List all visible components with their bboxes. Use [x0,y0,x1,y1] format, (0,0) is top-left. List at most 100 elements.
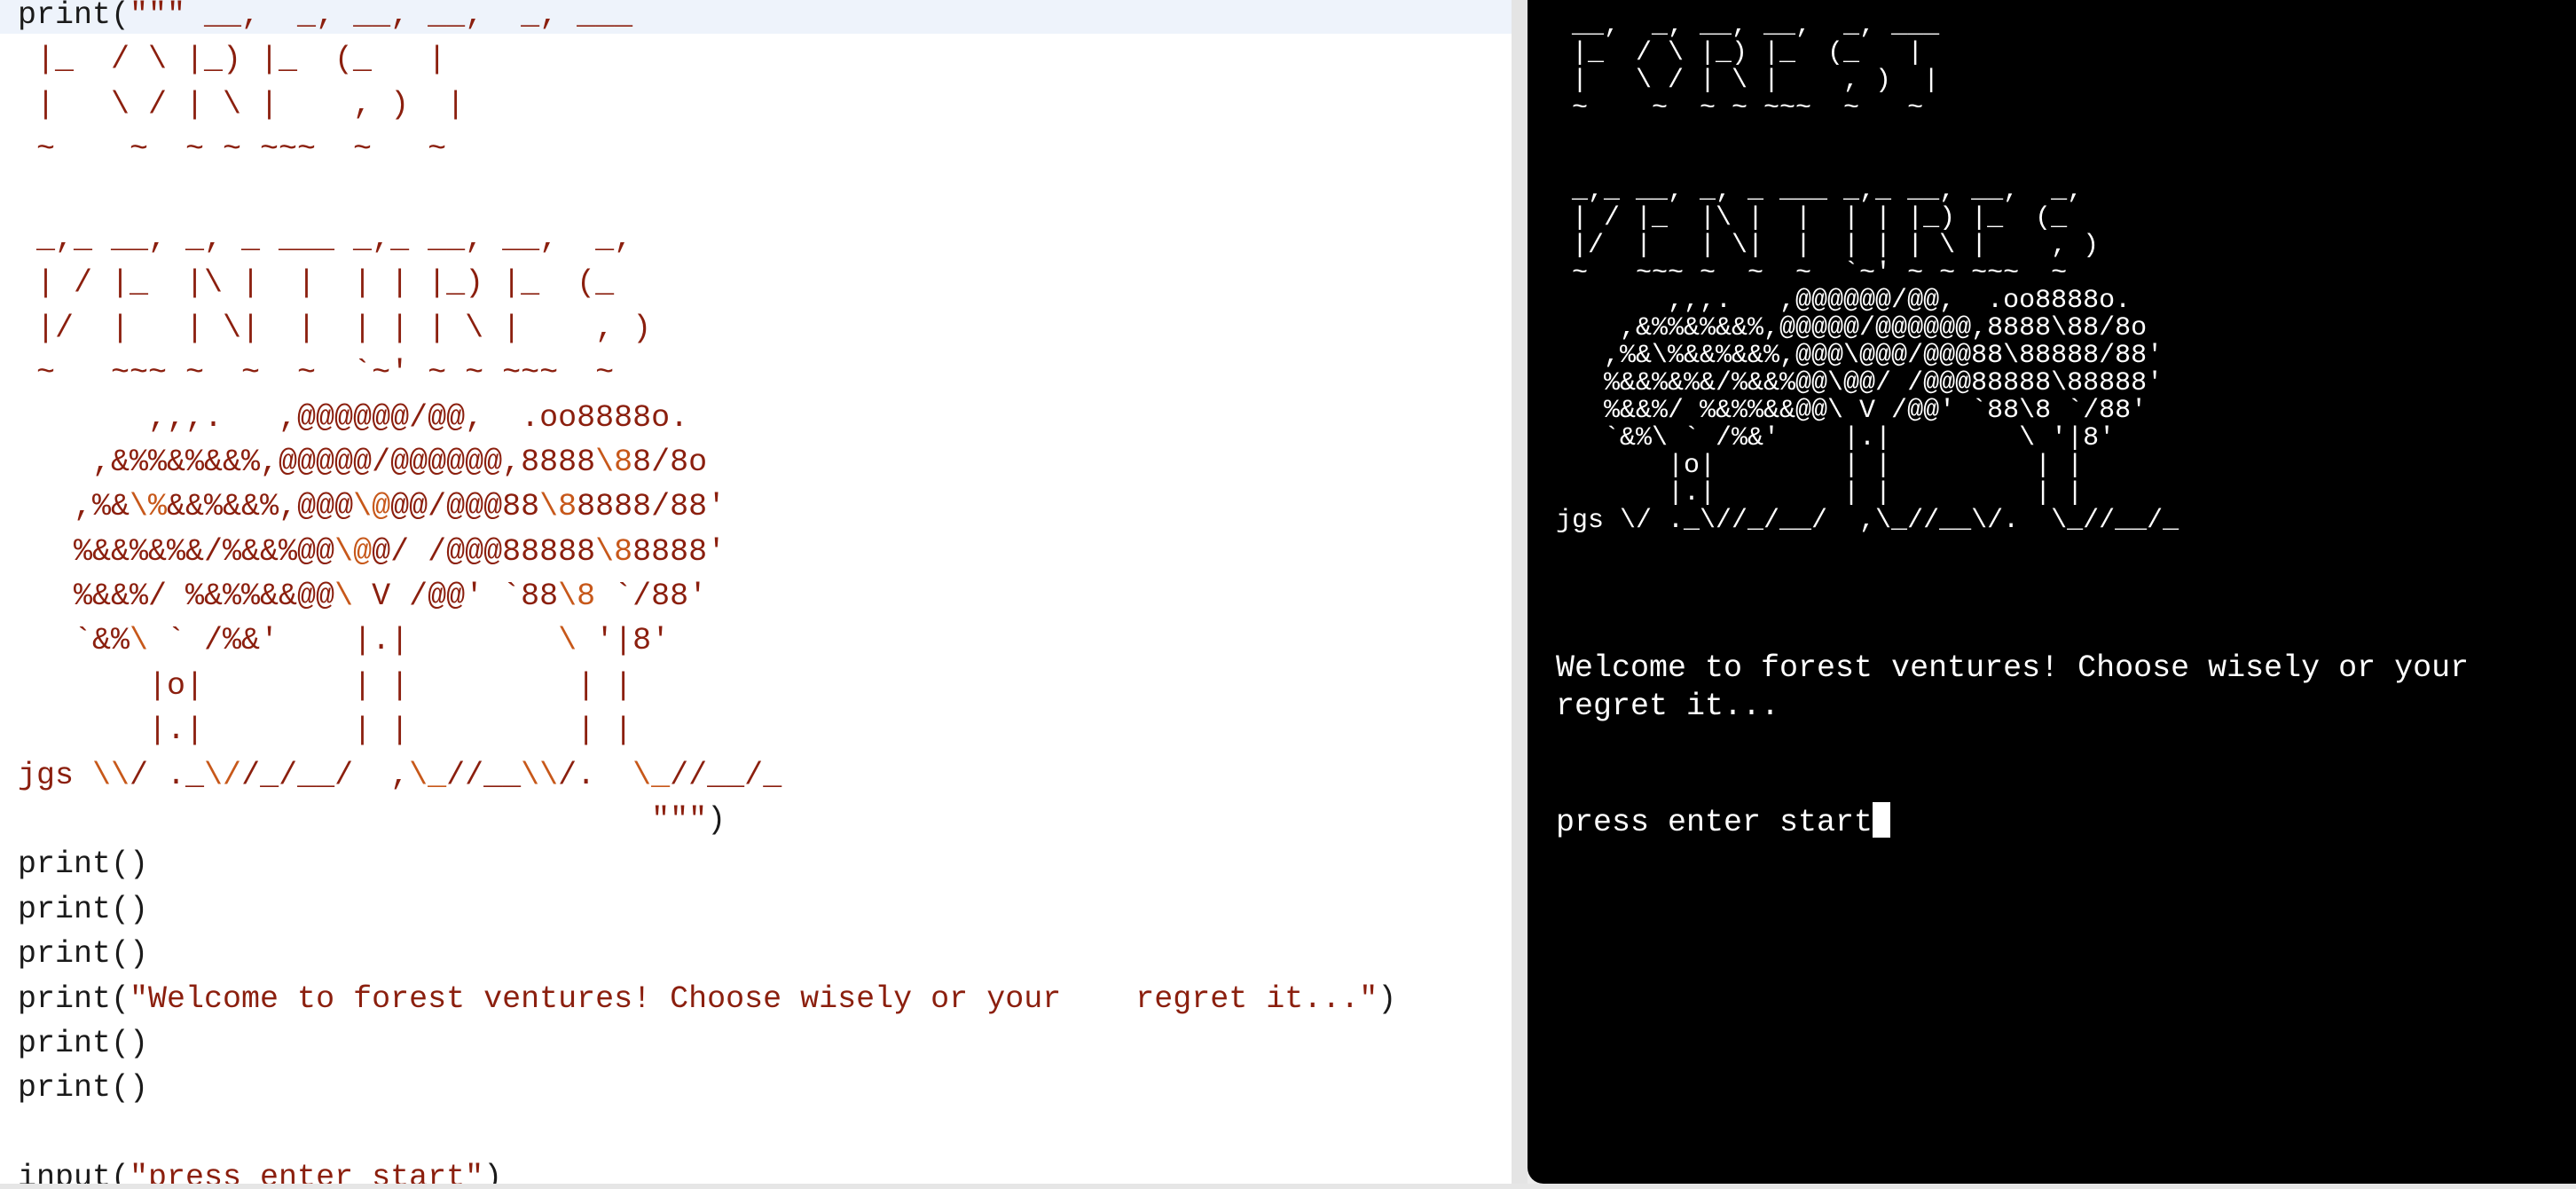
code-line[interactable]: print() [18,1021,1396,1066]
code-line[interactable]: |_ / \ |_) |_ (_ | [18,37,1396,82]
string-literal-token: //__/_ [670,757,782,793]
string-literal-token: ,,,. ,@@@@@@/@@, .oo8888o. [18,399,689,436]
escape-sequence-token: \% [130,489,168,525]
code-line[interactable]: print(""" __, _, __, __, _, ___ [18,0,1396,37]
string-literal-token: | / |_ |\ | | | | |_) |_ (_ [18,265,615,302]
code-token: print() [18,1070,149,1106]
input-prompt[interactable]: press enter start [1556,802,2532,842]
blank-output-line [1556,573,2532,611]
escape-sequence-token: \ [334,579,373,615]
code-line[interactable]: |/ | | \| | | | | \ | , ) [18,306,1396,350]
code-editor[interactable]: print(""" __, _, __, __, _, ___ |_ / \ |… [0,0,1512,1189]
ascii-art-line: |/ | | \| | | | | \ | , ) [1556,231,2100,261]
string-literal-token: @/ /@@@88888 [372,533,596,570]
code-token: print( [18,0,130,33]
code-line[interactable]: print() [18,842,1396,886]
string-literal-token: 8/8o [632,444,708,480]
string-literal-token: ,%& [18,489,130,525]
ascii-art-line: __, _, __, __, _, ___ [1556,11,1940,41]
code-line[interactable]: ~ ~ ~ ~ ~~~ ~ ~ [18,127,1396,171]
string-literal-token: /. [558,757,633,793]
string-literal-token: &&%&&%,@@@ [167,489,354,525]
code-line[interactable]: |o| | | | | [18,664,1396,708]
code-line[interactable]: print() [18,887,1396,932]
code-line[interactable]: _,_ __, _, _ ___ _,_ __, __, _, [18,217,1396,261]
escape-sequence-token: \@ [334,533,373,570]
code-line[interactable]: print() [18,1066,1396,1110]
escape-sequence-token: \@ [353,489,391,525]
ascii-art-line [1556,122,2532,150]
string-literal-token: ,&%%&%&&%,@@@@@/@@@@@@,8888 [18,444,596,480]
blank-output-line [1556,535,2532,573]
string-literal-token: ` /%&' |.| [167,623,559,659]
string-literal-token: ~ ~~~ ~ ~ ~ `~' ~ ~ ~~~ ~ [18,355,615,391]
ascii-art-line: | / |_ |\ | | | | |_) |_ (_ [1556,203,2068,233]
ascii-art-line: ,&%%&%&&%,@@@@@/@@@@@@,8888\88/8o [1556,313,2148,343]
code-line[interactable]: jgs \\/ ._\//_/__/ ,\_//__\\/. \_//__/_ [18,753,1396,798]
prompt-text: press enter start [1556,805,1873,840]
ascii-art-line: `&%\ ` /%&' |.| \ '|8' [1556,423,2116,453]
code-line[interactable]: `&%\ ` /%&' |.| \ '|8' [18,618,1396,663]
code-line[interactable]: %&&%&%&/%&&%@@\@@/ /@@@88888\88888' [18,530,1396,574]
code-line[interactable] [18,172,1396,217]
string-literal-token: V /@@' `88 [372,579,559,615]
escape-sequence-token: \_ [409,757,447,793]
code-line[interactable]: | / |_ |\ | | | | |_) |_ (_ [18,261,1396,305]
string-literal-token: |/ | | \| | | | | \ | , ) [18,310,652,346]
string-literal-token: `&% [18,623,130,659]
code-line[interactable]: ,%&\%&&%&&%,@@@\@@@/@@@88\88888/88' [18,484,1396,529]
escape-sequence-token: \/ [204,757,242,793]
string-literal-token: '|8' [595,623,671,659]
ascii-art-line: %&&%/ %&%%&&@@\ V /@@' `88\8 `/88' [1556,396,2148,426]
code-line[interactable]: """) [18,798,1396,842]
welcome-message: Welcome to forest ventures! Choose wisel… [1556,650,2532,726]
ascii-art-line: ~ ~~~ ~ ~ ~ `~' ~ ~ ~~~ ~ [1556,258,2068,288]
code-line[interactable] [18,1111,1396,1155]
ascii-art-line: |_ / \ |_) |_ (_ | [1556,38,1924,68]
code-line[interactable]: print() [18,932,1396,976]
code-token: ) [707,802,726,839]
string-literal-token: jgs [18,757,93,793]
string-literal-token: @@/@@@88 [390,489,540,525]
string-literal-token: """ __, _, __, __, _, ___ [130,0,633,33]
escape-sequence-token: \_ [632,757,671,793]
string-literal-token: `/88' [595,579,708,615]
code-token: print( [18,980,130,1017]
escape-sequence-token: \ [130,623,168,659]
string-literal-token: ~ ~ ~ ~ ~~~ ~ ~ [18,131,447,168]
ascii-art-line: _,_ __, _, _ ___ _,_ __, __, _, [1556,176,2084,206]
code-line[interactable]: ~ ~~~ ~ ~ ~ `~' ~ ~ ~~~ ~ [18,350,1396,395]
code-token: print() [18,1025,149,1061]
text-cursor [1873,802,1891,838]
code-text[interactable]: print(""" __, _, __, __, _, ___ |_ / \ |… [18,0,1396,1189]
string-literal-token: //__ [446,757,522,793]
escape-sequence-token: \8 [595,444,633,480]
blank-output-line [1556,726,2532,764]
ascii-art-line: |.| | | | | [1556,478,2084,508]
string-literal-token: %&&%&%&/%&&%@@ [18,533,335,570]
string-literal-token: |o| | | | | [18,667,633,704]
pane-divider[interactable] [1512,0,1528,1189]
app-window: print(""" __, _, __, __, _, ___ |_ / \ |… [0,0,2576,1189]
ascii-art-line [1556,150,2532,177]
string-literal-token: /_/__/ , [241,757,410,793]
string-literal-token: | \ / | \ | , ) | [18,86,466,122]
blank-output-line [1556,611,2532,650]
output-console[interactable]: __, _, __, __, _, ___ |_ / \ |_) |_ (_ |… [1528,0,2576,1184]
escape-sequence-token: \8 [595,533,633,570]
code-token: print() [18,846,149,883]
ascii-art-line: %&&%&%&/%&&%@@\@@/ /@@@88888\88888' [1556,368,2164,398]
string-literal-token: 8888/88' [577,489,726,525]
window-bottom-edge [0,1184,2576,1189]
string-literal-token: / ._ [130,757,205,793]
code-line[interactable]: %&&%/ %&%%&&@@\ V /@@' `88\8 `/88' [18,574,1396,618]
code-line[interactable]: print("Welcome to forest ventures! Choos… [18,977,1396,1021]
code-line[interactable]: ,&%%&%&&%,@@@@@/@@@@@@,8888\88/8o [18,440,1396,484]
code-line[interactable]: |.| | | | | [18,708,1396,752]
ascii-art-line: jgs \/ ._\//_/__/ ,\_//__\/. \_//__/_ [1556,506,2179,536]
ascii-art-line: ~ ~ ~ ~ ~~~ ~ ~ [1556,93,1924,123]
string-literal-token: |_ / \ |_) |_ (_ | [18,42,447,78]
code-line[interactable]: | \ / | \ | , ) | [18,83,1396,127]
escape-sequence-token: \8 [558,579,596,615]
code-line[interactable]: ,,,. ,@@@@@@/@@, .oo8888o. [18,396,1396,440]
